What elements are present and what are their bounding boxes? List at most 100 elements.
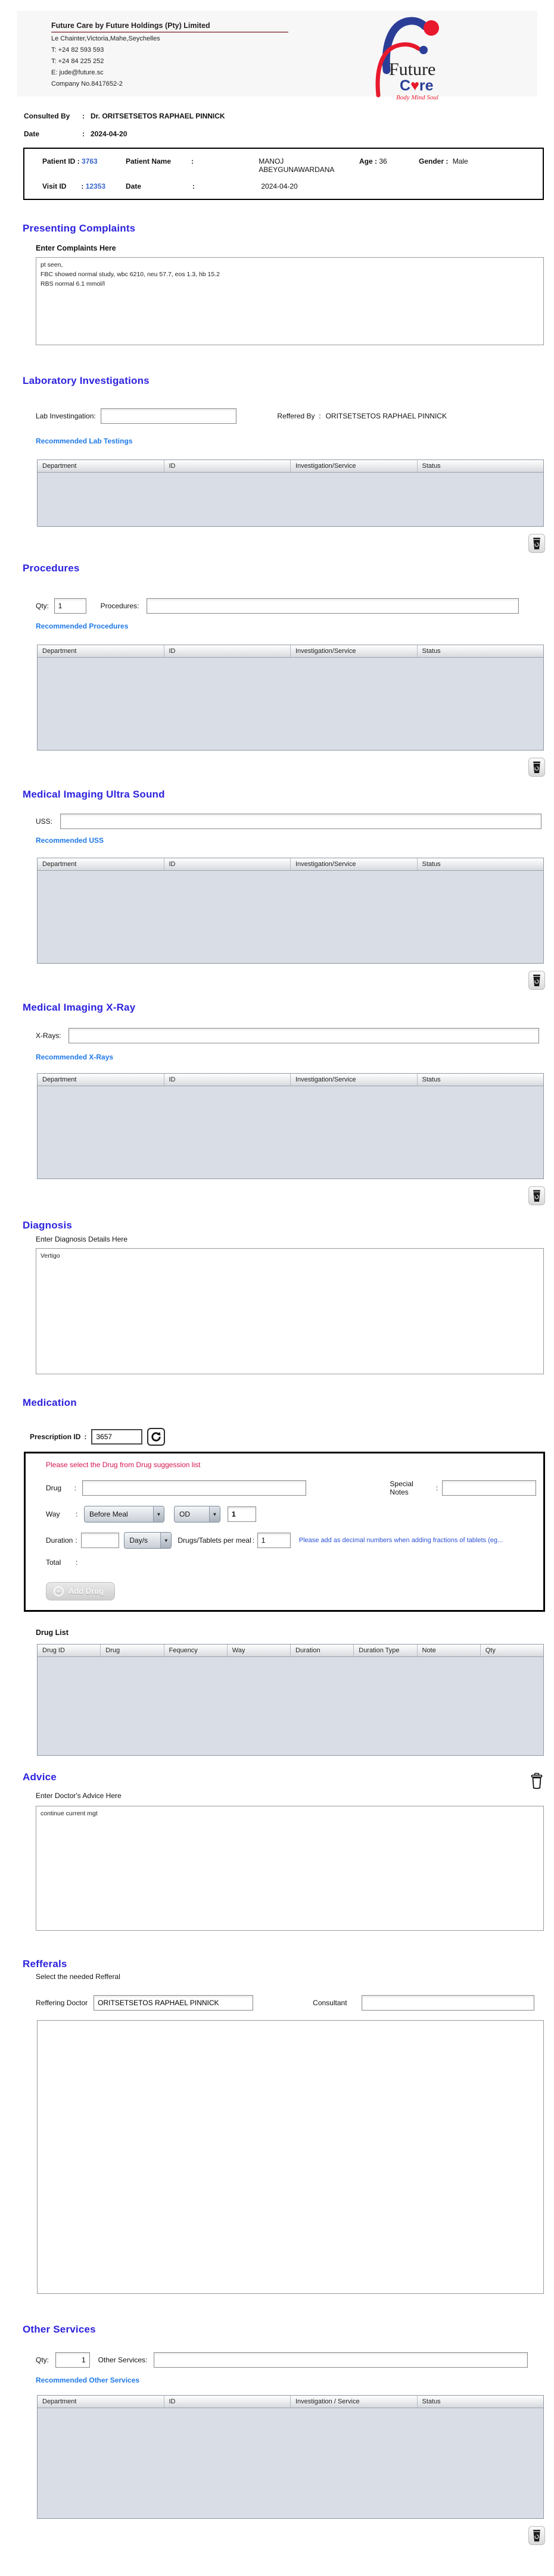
- col-investigation-service: Investigation/Service: [291, 1074, 418, 1086]
- other-qty-input[interactable]: [55, 2352, 90, 2368]
- patient-id-value: 3763: [82, 157, 98, 165]
- patient-id-label: Patient ID: [42, 157, 76, 165]
- xrays-input[interactable]: [69, 1028, 540, 1043]
- col-id: ID: [164, 645, 291, 657]
- frequency-select-value: OD: [179, 1510, 190, 1518]
- prescription-id-input[interactable]: [91, 1429, 143, 1445]
- col-department: Department: [38, 460, 164, 472]
- chevron-down-icon: ▼: [209, 1506, 220, 1522]
- section-title-advice: Advice: [23, 1771, 57, 1783]
- add-drug-label: Add Drug: [69, 1587, 104, 1596]
- patient-gender-label: Gender: [419, 157, 444, 165]
- section-title-diagnosis: Diagnosis: [23, 1220, 73, 1231]
- duration-unit-select[interactable]: Day/s ▼: [124, 1532, 172, 1549]
- procedures-label: Procedures: [100, 602, 138, 610]
- procedures-qty-input[interactable]: [54, 598, 86, 614]
- uss-table-body: [38, 871, 543, 963]
- procedures-input[interactable]: [147, 598, 519, 614]
- trash-icon: [533, 761, 540, 773]
- plus-circle-icon: +: [54, 1586, 64, 1596]
- lab-table: Department ID Investigation/Service Stat…: [37, 459, 544, 527]
- visit-id-label: Visit ID: [42, 182, 67, 190]
- trash-icon: [533, 537, 540, 549]
- per-meal-input[interactable]: [257, 1533, 291, 1548]
- recommended-uss-link: Recommended USS: [36, 836, 104, 845]
- col-status: Status: [422, 648, 441, 655]
- chevron-down-icon: ▼: [160, 1533, 172, 1548]
- diagnosis-label: Enter Diagnosis Details Here: [36, 1235, 128, 1243]
- duration-input[interactable]: [81, 1533, 120, 1548]
- procedures-table-header: Department ID Investigation/Service Stat…: [38, 645, 543, 658]
- visit-date-label: Date: [126, 182, 142, 190]
- other-services-trash-button[interactable]: [528, 2526, 545, 2545]
- add-drug-button[interactable]: + Add Drug: [46, 1582, 116, 1600]
- col-department: Department: [38, 1074, 164, 1086]
- per-meal-label: Drugs/Tablets per meal: [178, 1536, 251, 1545]
- reffering-doctor-input[interactable]: [94, 1995, 254, 2011]
- other-services-table-body: [38, 2408, 543, 2518]
- patient-name-value: MANOJ ABEYGUNAWARDANA: [259, 157, 335, 174]
- procedures-trash-button[interactable]: [528, 758, 545, 777]
- drug-input[interactable]: [82, 1480, 307, 1496]
- trash-icon: [531, 1772, 543, 1789]
- other-services-input[interactable]: [154, 2352, 528, 2368]
- letterhead: Future Care by Future Holdings (Pty) Lim…: [17, 11, 537, 101]
- futurecare-logo: Future C♥re Body Mind Soul: [350, 12, 469, 101]
- other-services-table: Department ID Investigation / Service St…: [37, 2395, 544, 2519]
- recommended-xrays-link: Recommended X-Rays: [36, 1053, 114, 1061]
- xrays-label: X-Rays: [36, 1031, 60, 1040]
- lab-trash-button[interactable]: [528, 534, 545, 553]
- referred-by-label: Reffered By: [277, 412, 315, 420]
- total-label: Total: [46, 1558, 61, 1567]
- svg-text:C♥re: C♥re: [400, 77, 434, 94]
- col-id: ID: [164, 1074, 291, 1086]
- way-qty-input[interactable]: [228, 1506, 256, 1522]
- section-title-procedures: Procedures: [23, 562, 80, 574]
- patient-info-box: Patient ID : 3763 Patient Name : MANOJ A…: [23, 148, 544, 200]
- complaints-textarea[interactable]: pt seen, FBC showed normal study, wbc 62…: [36, 257, 544, 345]
- drug-suggestion-warning: Please select the Drug from Drug suggess…: [46, 1461, 201, 1469]
- col-duration: Duration: [291, 1645, 354, 1656]
- refresh-prescription-button[interactable]: [147, 1428, 166, 1446]
- xray-trash-button[interactable]: [528, 1186, 545, 1205]
- company-name: Future Care by Future Holdings (Pty) Lim…: [51, 21, 288, 33]
- col-id: ID: [164, 460, 291, 472]
- way-select-value: Before Meal: [89, 1510, 128, 1518]
- drug-list-trash-button[interactable]: [528, 1771, 545, 1790]
- way-select[interactable]: Before Meal ▼: [84, 1506, 164, 1523]
- frequency-select[interactable]: OD ▼: [174, 1506, 220, 1523]
- col-investigation-service: Investigation / Service: [291, 2396, 418, 2408]
- trash-icon: [533, 2530, 540, 2541]
- advice-textarea[interactable]: continue current mgt: [36, 1806, 544, 1931]
- consulted-by-value: Dr. ORITSETSETOS RAPHAEL PINNICK: [91, 112, 225, 120]
- recommended-lab-testings-link: Recommended Lab Testings: [36, 437, 133, 445]
- duration-unit-value: Day/s: [129, 1536, 148, 1545]
- other-services-label: Other Services: [98, 2356, 146, 2364]
- lab-table-header: Department ID Investigation/Service Stat…: [38, 460, 543, 473]
- reffering-doctor-label: Reffering Doctor: [36, 1999, 88, 2007]
- special-notes-input[interactable]: [442, 1480, 536, 1496]
- consulted-by-label: Consulted By: [24, 112, 70, 120]
- lab-investigation-input[interactable]: [101, 408, 237, 424]
- lab-investigation-label: Lab Investingation: [36, 412, 94, 420]
- section-title-refferals: Refferals: [23, 1958, 67, 1969]
- col-status: Status: [422, 2398, 441, 2405]
- col-drug-id: Drug ID: [38, 1645, 101, 1656]
- visit-id-value: 12353: [85, 182, 106, 190]
- refresh-icon: [151, 1431, 161, 1442]
- recommended-other-services-link: Recommended Other Services: [36, 2376, 140, 2384]
- consultant-input[interactable]: [361, 1995, 534, 2011]
- section-title-other-services: Other Services: [23, 2324, 96, 2335]
- uss-trash-button[interactable]: [528, 971, 545, 990]
- drug-list-table-body: [38, 1657, 543, 1755]
- logo-blue-dot: [419, 46, 428, 54]
- way-label: Way: [46, 1510, 60, 1518]
- fractions-note: Please add as decimal numbers when addin…: [298, 1537, 503, 1544]
- xray-table: Department ID Investigation/Service Stat…: [37, 1073, 544, 1179]
- refferal-list-box: [37, 2020, 544, 2294]
- drug-list-table-header: Drug ID Drug Fequency Way Duration Durat…: [38, 1645, 543, 1657]
- uss-input[interactable]: [60, 814, 541, 829]
- diagnosis-textarea[interactable]: Vertigo: [36, 1248, 544, 1374]
- uss-table-header: Department ID Investigation/Service Stat…: [38, 858, 543, 871]
- section-title-ultrasound: Medical Imaging Ultra Sound: [23, 789, 165, 800]
